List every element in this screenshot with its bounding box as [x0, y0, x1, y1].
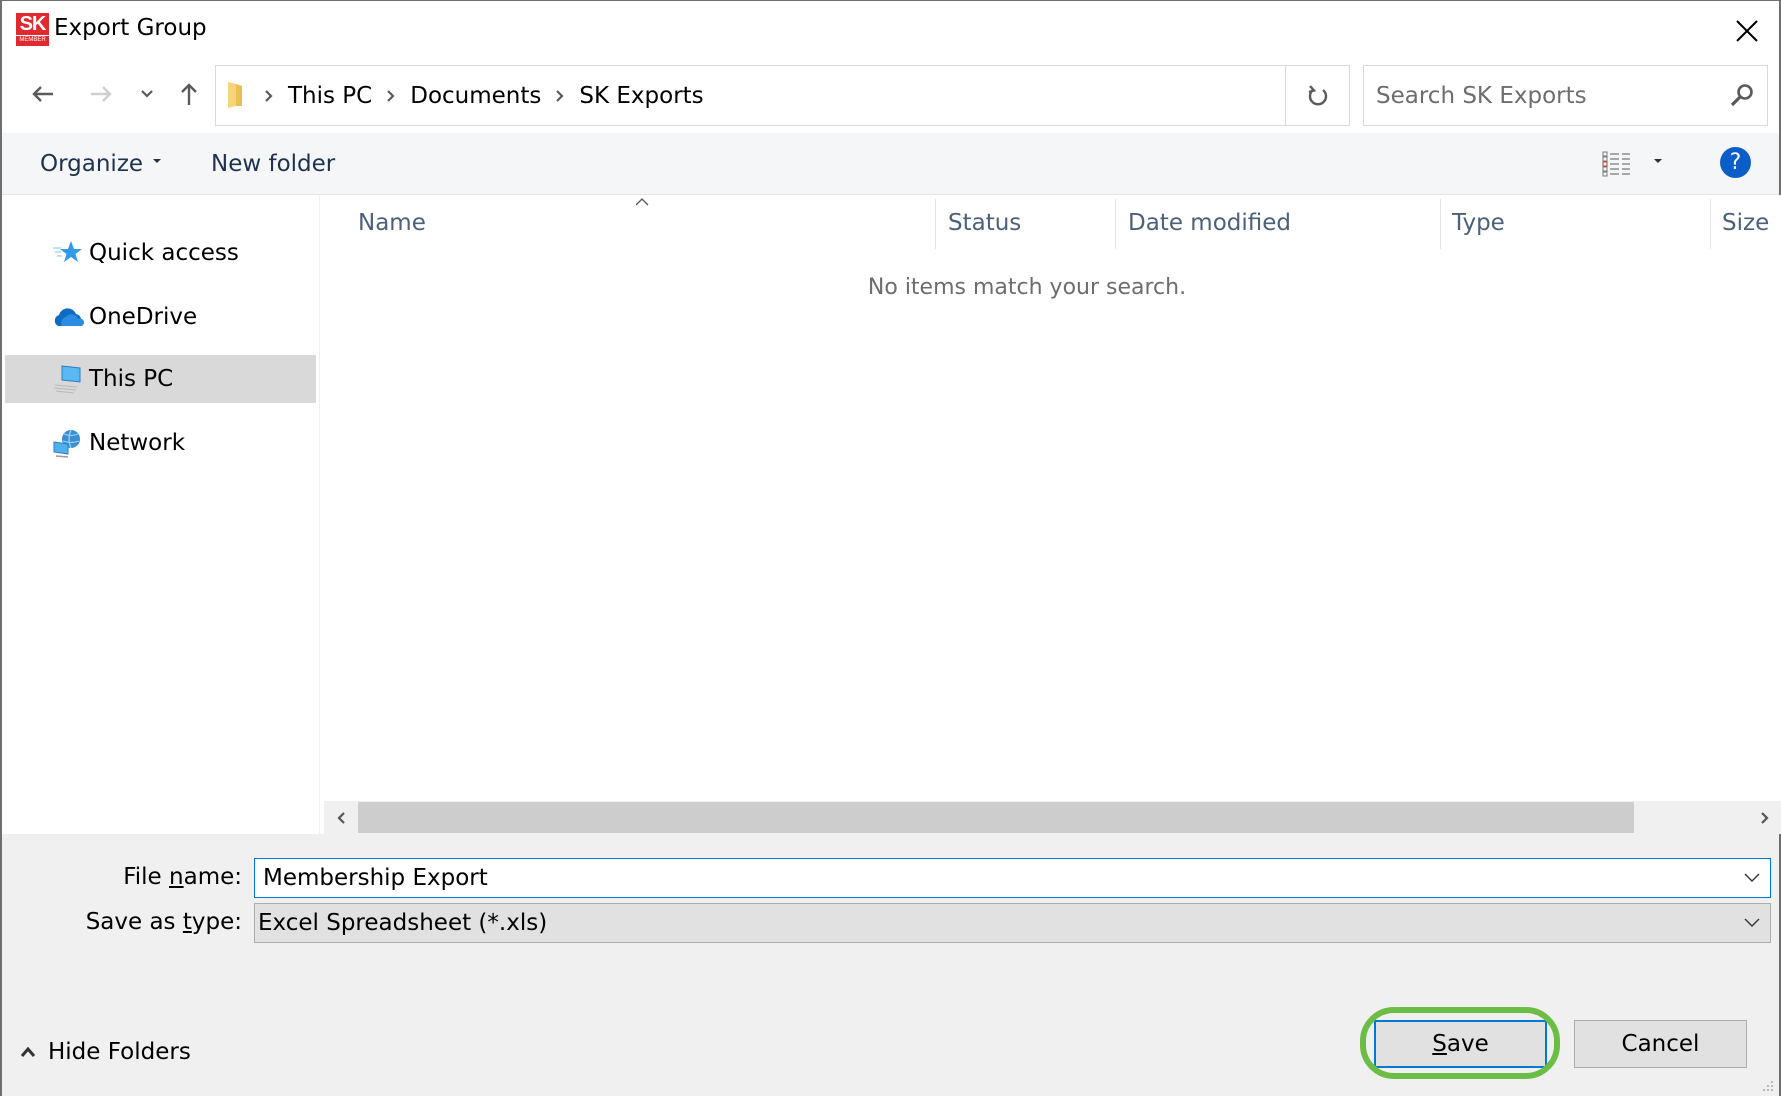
sidebar-item-label: Quick access — [89, 240, 239, 266]
details-view-icon — [1602, 151, 1630, 177]
breadcrumb-separator[interactable] — [547, 89, 573, 103]
navigation-bar: This PC Documents SK Exports — [2, 61, 1779, 133]
sidebar-item-label: Network — [89, 430, 186, 456]
organize-button[interactable]: Organize — [40, 133, 162, 195]
close-icon — [1736, 20, 1758, 42]
arrow-right-icon — [91, 86, 112, 102]
chevron-down-icon — [141, 90, 153, 98]
change-view-button[interactable] — [1602, 145, 1672, 183]
navigation-pane: Quick access OneDrive This PC Network — [2, 195, 320, 835]
save-as-type-dropdown-button[interactable] — [1740, 912, 1764, 934]
horizontal-scrollbar[interactable] — [324, 801, 1781, 834]
hide-folders-label: Hide Folders — [48, 1039, 191, 1065]
file-name-combobox[interactable] — [254, 858, 1771, 898]
arrow-left-icon — [32, 86, 53, 102]
new-folder-button[interactable]: New folder — [211, 133, 335, 195]
chevron-right-icon — [1760, 811, 1769, 824]
column-type[interactable]: Type — [1452, 195, 1712, 251]
cloud-icon — [51, 302, 85, 332]
breadcrumb-sk-exports[interactable]: SK Exports — [573, 83, 709, 109]
recent-locations-button[interactable] — [132, 77, 162, 111]
address-bar[interactable]: This PC Documents SK Exports — [215, 65, 1350, 126]
column-divider[interactable] — [1115, 199, 1116, 249]
chevron-right-icon — [556, 89, 564, 102]
breadcrumb: This PC Documents SK Exports — [256, 66, 710, 125]
save-as-type-value: Excel Spreadsheet (*.xls) — [258, 910, 548, 936]
command-toolbar: Organize New folder ? — [2, 133, 1779, 195]
title-bar: SK MEMBER Export Group — [2, 1, 1779, 61]
close-button[interactable] — [1725, 9, 1769, 53]
save-button[interactable]: Save — [1374, 1020, 1547, 1068]
column-status[interactable]: Status — [948, 195, 1118, 251]
column-size[interactable]: Size — [1722, 195, 1781, 251]
app-logo-subtext: MEMBER — [16, 35, 49, 45]
column-divider[interactable] — [1710, 199, 1711, 249]
help-button[interactable]: ? — [1720, 147, 1751, 178]
cancel-button[interactable]: Cancel — [1574, 1020, 1747, 1068]
search-input[interactable] — [1376, 66, 1716, 125]
sidebar-item-network[interactable]: Network — [5, 419, 316, 467]
view-options-caret-icon[interactable] — [1654, 159, 1662, 163]
chevron-right-icon — [387, 89, 395, 102]
sidebar-item-label: OneDrive — [89, 304, 198, 330]
caret-down-icon — [153, 159, 162, 163]
arrow-up-icon — [181, 83, 197, 105]
breadcrumb-documents[interactable]: Documents — [404, 83, 547, 109]
sidebar-item-this-pc[interactable]: This PC — [5, 355, 316, 403]
up-button[interactable] — [172, 77, 206, 111]
save-as-type-label: Save as type: — [85, 909, 242, 935]
chevron-right-icon — [265, 89, 273, 102]
export-group-dialog: SK MEMBER Export Group This PC Documents… — [0, 0, 1781, 1096]
folder-icon — [228, 82, 242, 108]
forward-button[interactable] — [84, 77, 118, 111]
sidebar-item-quick-access[interactable]: Quick access — [5, 229, 316, 277]
save-as-type-select[interactable]: Excel Spreadsheet (*.xls) — [254, 903, 1771, 943]
breadcrumb-separator[interactable] — [256, 89, 282, 103]
star-icon — [51, 238, 85, 268]
chevron-left-icon — [336, 811, 345, 824]
chevron-up-icon — [20, 1046, 36, 1058]
refresh-button[interactable] — [1285, 65, 1350, 126]
breadcrumb-this-pc[interactable]: This PC — [282, 83, 378, 109]
breadcrumb-separator[interactable] — [378, 89, 404, 103]
save-options-panel: File name: Save as type: Excel Spreadshe… — [2, 834, 1779, 1096]
app-logo-text: SK — [19, 13, 47, 35]
sidebar-item-label: This PC — [89, 366, 174, 392]
organize-label: Organize — [40, 151, 144, 177]
column-header: Name Status Date modified Type Size — [322, 195, 1781, 251]
scroll-left-button[interactable] — [324, 801, 357, 834]
file-name-label: File name: — [123, 864, 242, 890]
chevron-down-icon — [1744, 873, 1760, 882]
back-button[interactable] — [26, 77, 60, 111]
file-list: Name Status Date modified Type Size No i… — [322, 195, 1781, 801]
column-date-modified[interactable]: Date modified — [1128, 195, 1438, 251]
hide-folders-button[interactable]: Hide Folders — [20, 1034, 191, 1070]
window-title: Export Group — [54, 15, 207, 41]
scrollbar-thumb[interactable] — [358, 802, 1634, 833]
chevron-down-icon — [1744, 918, 1760, 927]
search-box[interactable] — [1363, 65, 1768, 126]
computer-icon — [51, 364, 85, 394]
resize-grip-icon[interactable] — [1761, 1079, 1775, 1093]
search-icon[interactable] — [1729, 82, 1755, 108]
column-divider[interactable] — [1440, 199, 1441, 249]
column-name[interactable]: Name — [358, 195, 938, 251]
scroll-right-button[interactable] — [1748, 801, 1781, 834]
refresh-icon — [1308, 84, 1327, 105]
network-icon — [51, 428, 85, 458]
app-logo-icon: SK MEMBER — [16, 13, 49, 46]
sidebar-item-onedrive[interactable]: OneDrive — [5, 293, 316, 341]
file-name-input[interactable] — [263, 859, 1723, 897]
empty-list-message: No items match your search. — [867, 275, 1187, 300]
file-name-dropdown-button[interactable] — [1740, 867, 1764, 889]
column-divider[interactable] — [935, 199, 936, 249]
